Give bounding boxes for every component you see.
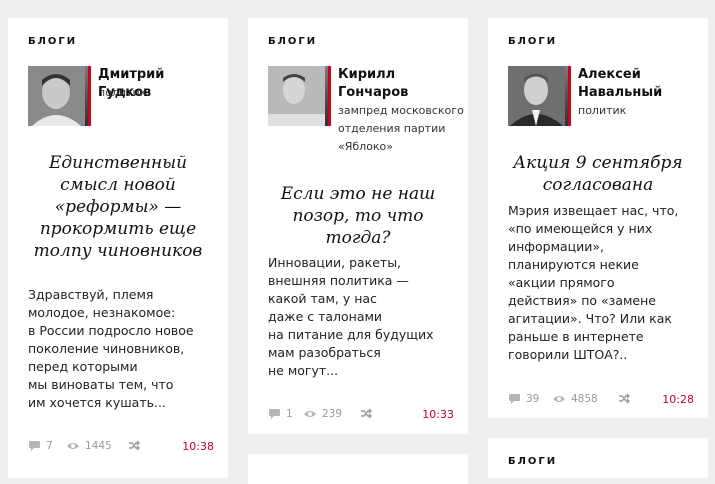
section-label[interactable]: БЛОГИ — [508, 36, 557, 47]
author-role: политик — [578, 104, 627, 117]
author-photo[interactable] — [268, 66, 331, 126]
author-name[interactable]: Кирилл Гончаров — [338, 66, 448, 102]
views-count: 1445 — [66, 440, 112, 452]
section-label[interactable]: БЛОГИ — [28, 36, 77, 47]
views-count: 4858 — [552, 393, 598, 405]
author-role: политик — [98, 86, 147, 99]
eye-icon — [304, 411, 316, 417]
share-button[interactable] — [128, 440, 141, 451]
author-photo[interactable] — [508, 66, 571, 126]
blog-card[interactable]: БЛОГИ Алексей Навальный политик Акция 9 … — [488, 18, 708, 418]
author-photo[interactable] — [28, 66, 91, 126]
comment-icon — [509, 394, 520, 404]
post-time: 10:28 — [662, 393, 694, 406]
shuffle-share-icon — [619, 393, 630, 404]
views-count: 239 — [303, 408, 342, 420]
post-lead[interactable]: Мэрия извещает нас, что, «по имеющейся у… — [508, 202, 694, 364]
comment-icon — [269, 409, 280, 419]
comments-count[interactable]: 1 — [268, 408, 293, 420]
eye-icon — [553, 396, 565, 402]
share-button[interactable] — [360, 408, 373, 419]
shuffle-share-icon — [361, 408, 372, 419]
post-time: 10:38 — [182, 440, 214, 453]
shuffle-share-icon — [129, 440, 140, 451]
blog-card-next[interactable] — [248, 454, 468, 484]
post-meta: 39 4858 10:28 — [508, 393, 694, 407]
share-button[interactable] — [618, 393, 631, 404]
post-time: 10:33 — [422, 408, 454, 421]
comments-count[interactable]: 7 — [28, 440, 53, 452]
post-headline[interactable]: Единственный смысл новой «реформы» — про… — [26, 152, 210, 262]
post-headline[interactable]: Акция 9 сентября согласована — [506, 152, 690, 196]
post-meta: 1 239 10:33 — [268, 408, 454, 422]
eye-icon — [67, 443, 79, 449]
blog-card[interactable]: БЛОГИ Кирилл Гончаров зампред московског… — [248, 18, 468, 434]
comments-count[interactable]: 39 — [508, 393, 539, 405]
blog-card-next[interactable]: БЛОГИ — [488, 438, 708, 478]
comment-icon — [29, 441, 40, 451]
section-label[interactable]: БЛОГИ — [508, 456, 557, 467]
post-lead[interactable]: Инновации, ракеты, внешняя политика — ка… — [268, 254, 454, 380]
post-meta: 7 1445 10:38 — [28, 440, 214, 454]
post-headline[interactable]: Если это не наш позор, то что тогда? — [266, 183, 450, 249]
author-role: зампред московского отделения партии «Яб… — [338, 104, 464, 153]
blog-card[interactable]: БЛОГИ Дмитрий Гудков политик Единственны… — [8, 18, 228, 478]
post-lead[interactable]: Здравствуй, племя молодое, незнакомое: в… — [28, 286, 214, 412]
author-name[interactable]: Алексей Навальный — [578, 66, 688, 102]
section-label[interactable]: БЛОГИ — [268, 36, 317, 47]
